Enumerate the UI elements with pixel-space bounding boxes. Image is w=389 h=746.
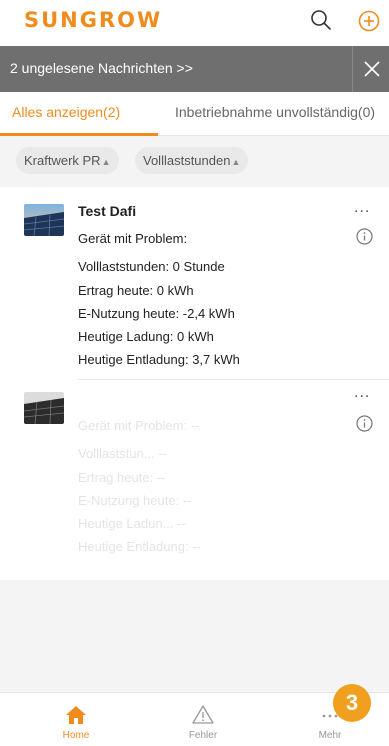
tab-home[interactable]: Home — [36, 693, 116, 746]
bottom-tab-bar: Home Fehler Mehr — [0, 692, 389, 746]
sort-bar: Kraftwerk PR▲︎ Volllaststunden▲︎ — [0, 136, 389, 186]
more-options-button[interactable]: ... — [354, 199, 370, 217]
close-banner-button[interactable] — [352, 46, 389, 92]
add-circle-icon[interactable] — [357, 9, 381, 33]
step-number-badge: 3 — [333, 684, 371, 722]
tab-label: Mehr — [318, 730, 342, 741]
sort-chip-full-load-hours[interactable]: Volllaststunden▲︎ — [135, 147, 249, 174]
full-load-hours: Volllaststun... -- — [78, 446, 167, 461]
discharge-today: Heutige Entladung: -- — [78, 539, 201, 554]
search-icon[interactable] — [309, 8, 333, 32]
unread-messages-banner[interactable]: 2 ungelesene Nachrichten >> — [0, 46, 389, 92]
info-icon[interactable] — [356, 415, 373, 432]
discharge-today: Heutige Entladung: 3,7 kWh — [78, 352, 240, 367]
solar-panel-thumbnail — [24, 392, 64, 424]
consumption-today: E-Nutzung heute: -2,4 kWh — [78, 306, 235, 321]
tab-faults[interactable]: Fehler — [163, 693, 243, 746]
plant-name: Test Dafi — [78, 203, 137, 219]
app-header: SUNGROW — [0, 0, 389, 46]
more-options-button[interactable]: ... — [354, 384, 370, 402]
sort-chip-plant-pr[interactable]: Kraftwerk PR▲︎ — [16, 147, 119, 174]
sungrow-logo: SUNGROW — [24, 8, 163, 32]
plant-card[interactable]: Gerät mit Problem: -- Volllaststun... --… — [0, 380, 389, 580]
plant-filter-tabs: Alles anzeigen(2) Inbetriebnahme unvolls… — [0, 92, 389, 136]
tab-label: Home — [62, 730, 90, 741]
charge-today: Heutige Ladun... -- — [78, 516, 186, 531]
sort-icon: ▲︎ — [231, 157, 241, 167]
charge-today: Heutige Ladung: 0 kWh — [78, 329, 214, 344]
close-icon — [364, 61, 380, 77]
sort-chip-label: Volllaststunden — [143, 153, 231, 168]
devices-with-problem: Gerät mit Problem: — [78, 231, 188, 246]
home-icon — [66, 706, 86, 724]
info-icon[interactable] — [356, 228, 373, 245]
sort-chip-label: Kraftwerk PR — [24, 153, 101, 168]
solar-panel-thumbnail — [24, 204, 64, 236]
warning-icon — [192, 705, 214, 724]
plant-card[interactable]: Test Dafi Gerät mit Problem: Volllaststu… — [0, 187, 389, 380]
unread-messages-link[interactable]: 2 ungelesene Nachrichten >> — [10, 60, 193, 76]
tab-show-all[interactable]: Alles anzeigen(2) — [12, 104, 120, 120]
consumption-today: E-Nutzung heute: -- — [78, 493, 192, 508]
plant-list: Test Dafi Gerät mit Problem: Volllaststu… — [0, 187, 389, 580]
yield-today: Ertrag heute: -- — [78, 470, 166, 485]
full-load-hours: Volllaststunden: 0 Stunde — [78, 259, 225, 274]
yield-today: Ertrag heute: 0 kWh — [78, 283, 194, 298]
devices-with-problem: Gerät mit Problem: -- — [78, 418, 200, 433]
sort-icon: ▲︎ — [101, 157, 111, 167]
tab-label: Fehler — [188, 730, 218, 741]
tab-commissioning-incomplete[interactable]: Inbetriebnahme unvollständig(0) — [175, 104, 375, 120]
